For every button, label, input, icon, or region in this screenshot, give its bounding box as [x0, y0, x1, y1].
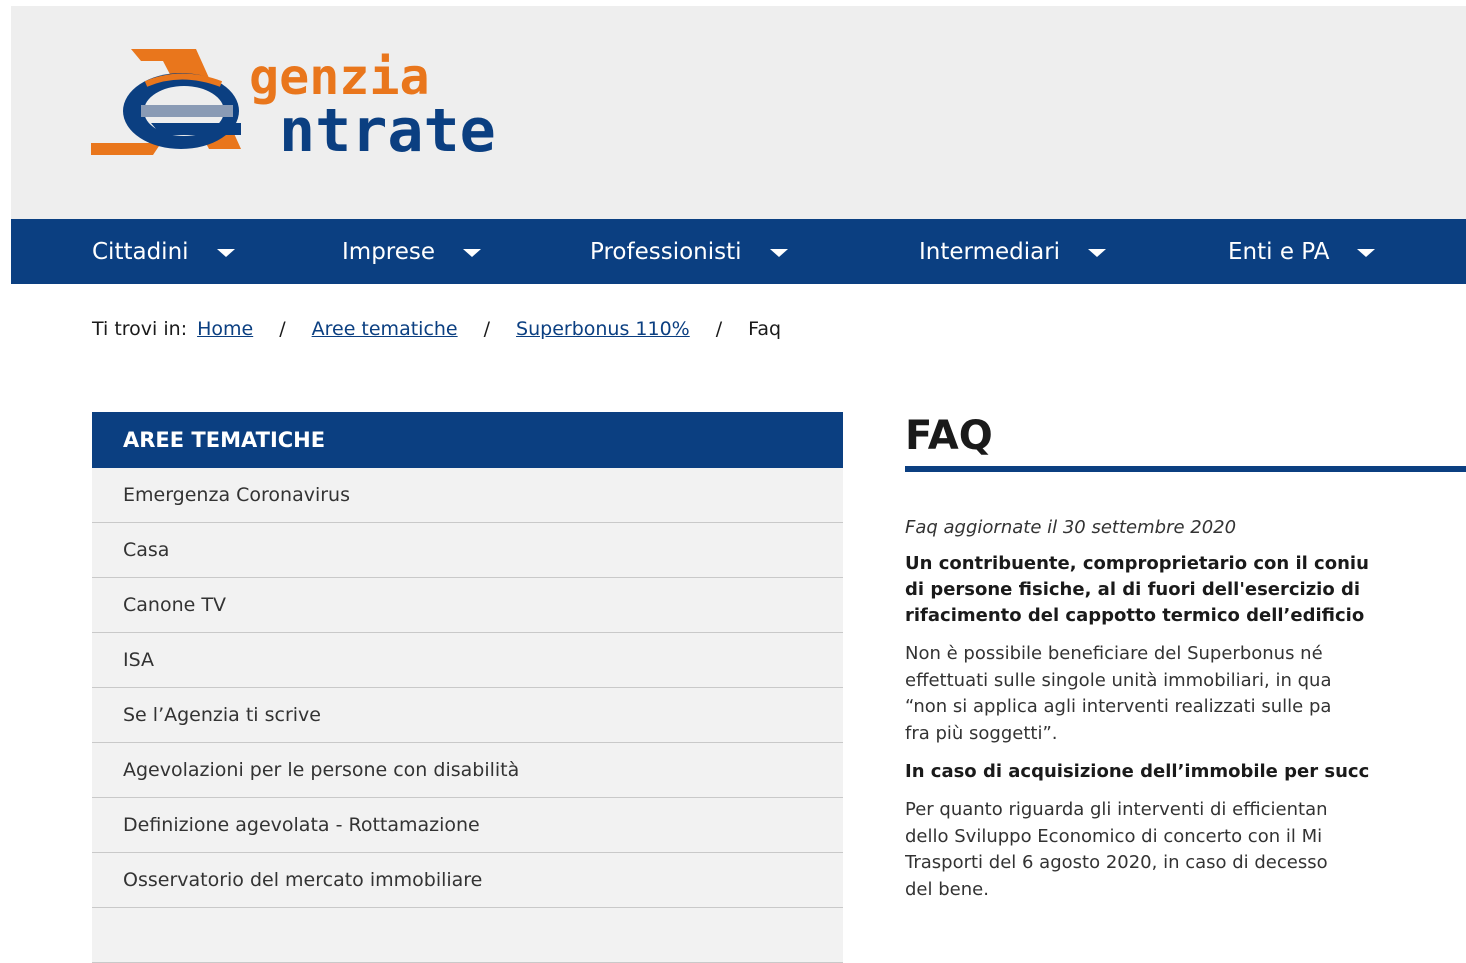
faq-question-line: rifacimento del cappotto termico dell’ed… [905, 605, 1365, 626]
faq-answer-line: effettuati sulle singole unità immobilia… [905, 669, 1332, 691]
faq-question-line: di persone fisiche, al di fuori dell'ese… [905, 579, 1361, 600]
breadcrumb-link-aree-tematiche[interactable]: Aree tematiche [312, 318, 458, 340]
nav-item-imprese[interactable]: Imprese [342, 219, 482, 284]
faq-question-line: Un contribuente, comproprietario con il … [905, 553, 1369, 574]
sidebar-aree-tematiche: AREE TEMATICHE Emergenza Coronavirus Cas… [92, 412, 843, 963]
faq-answer-line: Trasporti del 6 agosto 2020, in caso di … [905, 852, 1328, 873]
sidebar-item-isa[interactable]: ISA [92, 633, 843, 688]
faq-updated-date: Faq aggiornate il 30 settembre 2020 [905, 517, 1237, 538]
faq-answer-line: dello Sviluppo Economico di concerto con… [905, 825, 1323, 847]
nav-item-label: Intermediari [919, 238, 1061, 265]
breadcrumb-separator: / [279, 318, 286, 340]
nav-item-enti-e-pa[interactable]: Enti e PA [1228, 219, 1376, 284]
nav-item-label: Imprese [342, 238, 436, 265]
sidebar-item-agevolazioni-disabilita[interactable]: Agevolazioni per le persone con disabili… [92, 743, 843, 798]
sidebar-item-canone-tv[interactable]: Canone TV [92, 578, 843, 633]
agenzia-entrate-logo[interactable]: genzia ntrate [91, 39, 651, 166]
breadcrumb-prefix: Ti trovi in: [92, 318, 188, 340]
faq-answer-2: Per quanto riguarda gli interventi di ef… [905, 797, 1466, 903]
faq-answer-line: del bene. [905, 878, 989, 900]
faq-question-1[interactable]: Un contribuente, comproprietario con il … [905, 551, 1466, 629]
caret-down-icon [216, 248, 235, 257]
faq-answer-line: fra più soggetti”. [905, 722, 1058, 744]
nav-item-label: Cittadini [92, 238, 189, 265]
faq-answer-line: “non si applica agli interventi realizza… [905, 696, 1332, 717]
sidebar-item-casa[interactable]: Casa [92, 523, 843, 578]
caret-down-icon [769, 248, 788, 257]
breadcrumb: Ti trovi in: Home / Aree tematiche / Sup… [92, 318, 781, 340]
title-divider [905, 466, 1466, 472]
faq-answer-line: Per quanto riguarda gli interventi di ef… [905, 799, 1328, 820]
sidebar-item-definizione-agevolata[interactable]: Definizione agevolata - Rottamazione [92, 798, 843, 853]
logo-text-ntrate: ntrate [279, 96, 496, 159]
sidebar-item-osservatorio-mercato[interactable]: Osservatorio del mercato immobiliare [92, 853, 843, 908]
nav-item-intermediari[interactable]: Intermediari [919, 219, 1107, 284]
page-title: FAQ [905, 413, 993, 459]
main-navigation: Cittadini Imprese Professionisti Interme… [11, 219, 1466, 284]
breadcrumb-separator: / [483, 318, 491, 340]
faq-answer-line: Non è possibile beneficiare del Superbon… [905, 643, 1323, 664]
breadcrumb-current: Faq [748, 318, 782, 340]
caret-down-icon [1357, 248, 1376, 257]
sidebar-item-partial[interactable] [92, 908, 843, 963]
faq-question-2[interactable]: In caso di acquisizione dell’immobile pe… [905, 759, 1466, 785]
site-header: genzia ntrate [11, 6, 1466, 219]
caret-down-icon [463, 248, 482, 257]
main-content: FAQ Faq aggiornate il 30 settembre 2020 … [905, 408, 1466, 903]
caret-down-icon [1088, 248, 1107, 257]
sidebar-item-se-agenzia-ti-scrive[interactable]: Se l’Agenzia ti scrive [92, 688, 843, 743]
breadcrumb-separator: / [715, 318, 723, 340]
faq-answer-1: Non è possibile beneficiare del Superbon… [905, 641, 1466, 747]
breadcrumb-link-superbonus[interactable]: Superbonus 110% [516, 318, 690, 340]
breadcrumb-link-home[interactable]: Home [197, 318, 253, 340]
nav-item-label: Professionisti [590, 238, 742, 265]
sidebar-title: AREE TEMATICHE [92, 412, 843, 468]
nav-item-label: Enti e PA [1228, 238, 1330, 265]
sidebar-item-emergenza-coronavirus[interactable]: Emergenza Coronavirus [92, 468, 843, 523]
nav-item-professionisti[interactable]: Professionisti [590, 219, 788, 284]
nav-item-cittadini[interactable]: Cittadini [92, 219, 235, 284]
